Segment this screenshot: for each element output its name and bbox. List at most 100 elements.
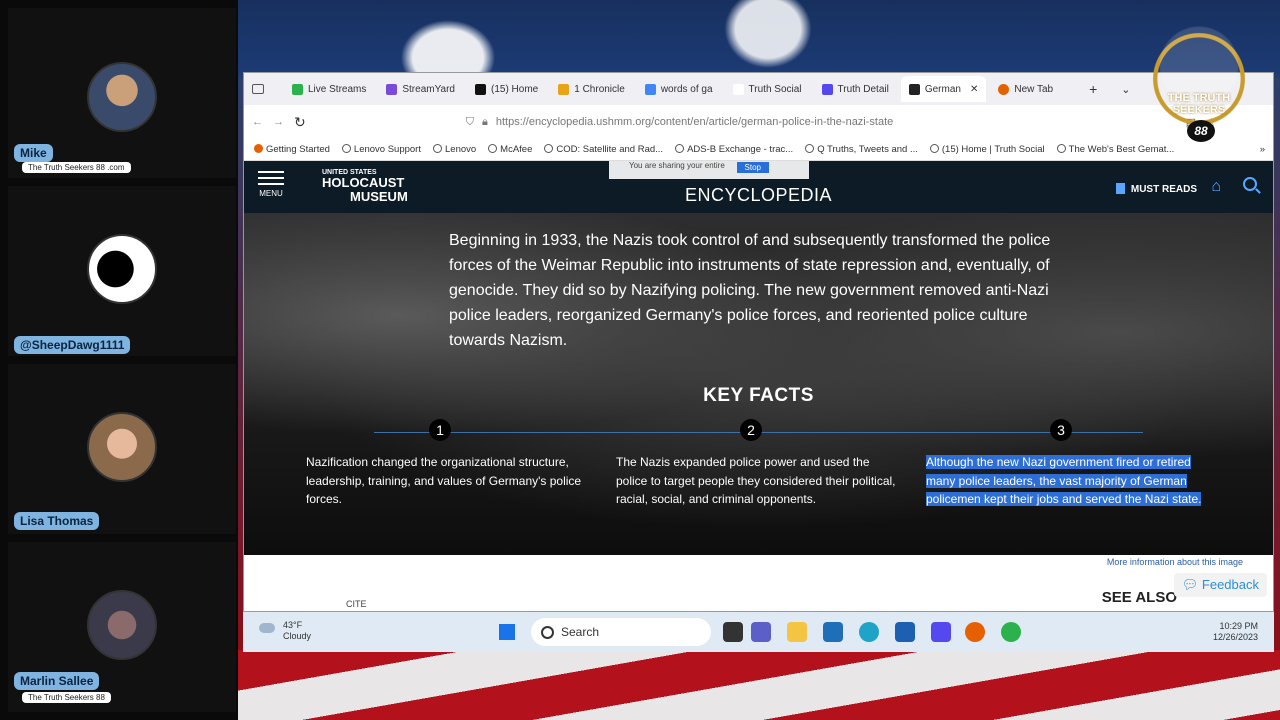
globe-icon — [341, 144, 351, 153]
avatar — [87, 412, 157, 482]
google-icon — [644, 83, 656, 95]
bookmark-item[interactable]: McAfee — [488, 144, 532, 155]
reload-icon[interactable]: ↻ — [294, 114, 306, 131]
truth-seekers-logo: THE TRUTH SEEKERS 88 — [1143, 14, 1255, 144]
lenovo-icon[interactable] — [895, 622, 915, 642]
bookmark-item[interactable]: COD: Satellite and Rad... — [544, 144, 663, 155]
tab-label: Truth Detail — [837, 83, 889, 95]
url-text: https://encyclopedia.ushmm.org/content/e… — [495, 116, 894, 128]
more-info-link[interactable]: More information about this image — [1107, 557, 1243, 567]
tab-label: words of ga — [660, 83, 713, 95]
tab-bar: Live Streams StreamYard (15) Home 1 Chro… — [244, 73, 1273, 105]
tab-label: German — [924, 83, 961, 95]
forward-icon[interactable]: → — [273, 116, 284, 128]
participants-panel: Mike The Truth Seekers 88 .com @SheepDaw… — [0, 0, 238, 720]
chat-icon[interactable] — [751, 622, 771, 642]
back-icon[interactable]: ← — [252, 116, 263, 128]
participant-subtitle: The Truth Seekers 88 .com — [22, 162, 131, 173]
globe-icon — [805, 144, 815, 153]
bookmark-item[interactable]: The Web's Best Gemat... — [1056, 144, 1174, 155]
participant-tile[interactable]: @SheepDawg1111 — [8, 186, 236, 356]
windows-start-icon[interactable] — [499, 624, 515, 640]
cite-label[interactable]: CITE — [346, 599, 367, 609]
fact-text-selected: Although the new Nazi government fired o… — [926, 453, 1216, 509]
firefox-icon[interactable] — [965, 622, 985, 642]
store-icon[interactable] — [823, 622, 843, 642]
avatar — [87, 62, 157, 132]
participant-tile[interactable]: Marlin Sallee The Truth Seekers 88 — [8, 542, 236, 712]
bookmark-item[interactable]: Q Truths, Tweets and ... — [805, 144, 918, 155]
clock-date: 12/26/2023 — [1212, 632, 1258, 642]
taskbar-search[interactable]: Search — [531, 618, 711, 646]
chevron-down-icon[interactable]: ⌄ — [1121, 83, 1130, 96]
nav-bar: ← → ↻ ⛉ 🔒︎ https://encyclopedia.ushmm.or… — [244, 105, 1273, 139]
edge-icon[interactable] — [859, 622, 879, 642]
tab-x-home[interactable]: (15) Home — [467, 76, 546, 102]
tab-google[interactable]: words of ga — [637, 76, 721, 102]
stop-sharing-button[interactable]: Stop — [736, 162, 769, 173]
selected-text: Although the new Nazi government fired o… — [926, 455, 1202, 506]
bookmark-item[interactable]: Lenovo — [433, 144, 476, 155]
weather-widget[interactable]: 43°F Cloudy — [259, 620, 311, 642]
x-icon — [474, 83, 486, 95]
chevron-right-icon[interactable]: » — [1260, 144, 1273, 155]
shield-icon: ⛉ — [465, 115, 474, 128]
see-also-heading: SEE ALSO — [1101, 589, 1177, 606]
bookmark-item[interactable]: ADS-B Exchange - trac... — [675, 144, 793, 155]
bookmark-item[interactable]: Lenovo Support — [341, 144, 421, 155]
tab-chronicle[interactable]: 1 Chronicle — [550, 76, 633, 102]
file-explorer-icon[interactable] — [787, 622, 807, 642]
logo-badge: 88 — [1187, 120, 1215, 142]
tab-truth-social[interactable]: Truth Social — [725, 76, 810, 102]
fact-number: 3 — [1050, 419, 1072, 441]
lock-icon: 🔒︎ — [481, 115, 488, 128]
bookmark-item[interactable]: (15) Home | Truth Social — [929, 144, 1045, 155]
system-clock[interactable]: 10:29 PM 12/26/2023 — [1213, 621, 1258, 643]
truth-details-icon — [821, 83, 833, 95]
search-icon[interactable] — [1243, 177, 1257, 191]
flag-stripes — [238, 650, 1280, 720]
tab-streamyard[interactable]: StreamYard — [378, 76, 463, 102]
truth-details-icon[interactable] — [931, 622, 951, 642]
tab-german-police[interactable]: German ✕ — [900, 76, 987, 102]
tab-label: Truth Social — [748, 83, 802, 95]
firefox-icon — [998, 83, 1010, 95]
new-tab-plus-icon[interactable]: + — [1089, 81, 1097, 97]
fact-text: The Nazis expanded police power and used… — [616, 455, 896, 506]
browser-window: Live Streams StreamYard (15) Home 1 Chro… — [243, 72, 1274, 612]
streaming-app-icon[interactable] — [1001, 622, 1021, 642]
bookmarks-bar: Getting Started Lenovo Support Lenovo Mc… — [244, 139, 1273, 161]
streamyard-icon — [386, 83, 398, 95]
fact-number: 2 — [740, 419, 762, 441]
task-view-icon[interactable] — [723, 622, 743, 642]
bookmark-item[interactable]: Getting Started — [254, 144, 330, 155]
tab-list-icon[interactable] — [252, 84, 264, 94]
tab-truth-details[interactable]: Truth Detail — [814, 76, 897, 102]
hamburger-icon — [258, 171, 284, 185]
feedback-label: Feedback — [1201, 577, 1259, 592]
must-reads-link[interactable]: MUST READS — [1116, 183, 1197, 195]
globe-icon — [433, 144, 442, 153]
cloud-icon — [259, 623, 275, 633]
avatar — [87, 234, 157, 304]
home-icon[interactable]: ⌂ — [1211, 178, 1221, 196]
tab-label: StreamYard — [402, 83, 455, 95]
participant-name: @SheepDawg1111 — [14, 336, 131, 354]
address-bar[interactable]: ⛉ 🔒︎ https://encyclopedia.ushmm.org/cont… — [466, 116, 1026, 129]
participant-tile[interactable]: Mike The Truth Seekers 88 .com — [8, 8, 236, 178]
feedback-button[interactable]: 💬︎ Feedback — [1173, 573, 1267, 597]
globe-icon — [929, 144, 939, 153]
screen-share-banner: You are sharing your entire Stop — [609, 161, 809, 179]
tab-live-streams[interactable]: Live Streams — [284, 76, 374, 102]
firefox-icon — [254, 144, 263, 153]
tab-new-tab[interactable]: New Tab — [990, 76, 1061, 102]
intro-paragraph: Beginning in 1933, the Nazis took contro… — [449, 232, 1051, 349]
avatar — [87, 590, 157, 660]
share-text: You are sharing your entire — [629, 161, 725, 170]
globe-icon — [675, 144, 685, 153]
participant-tile[interactable]: Lisa Thomas — [8, 364, 236, 534]
close-icon[interactable]: ✕ — [970, 84, 978, 95]
tab-label: New Tab — [1014, 83, 1054, 95]
fact-text: Nazification changed the organizational … — [306, 455, 582, 506]
key-facts-heading: KEY FACTS — [703, 385, 814, 406]
